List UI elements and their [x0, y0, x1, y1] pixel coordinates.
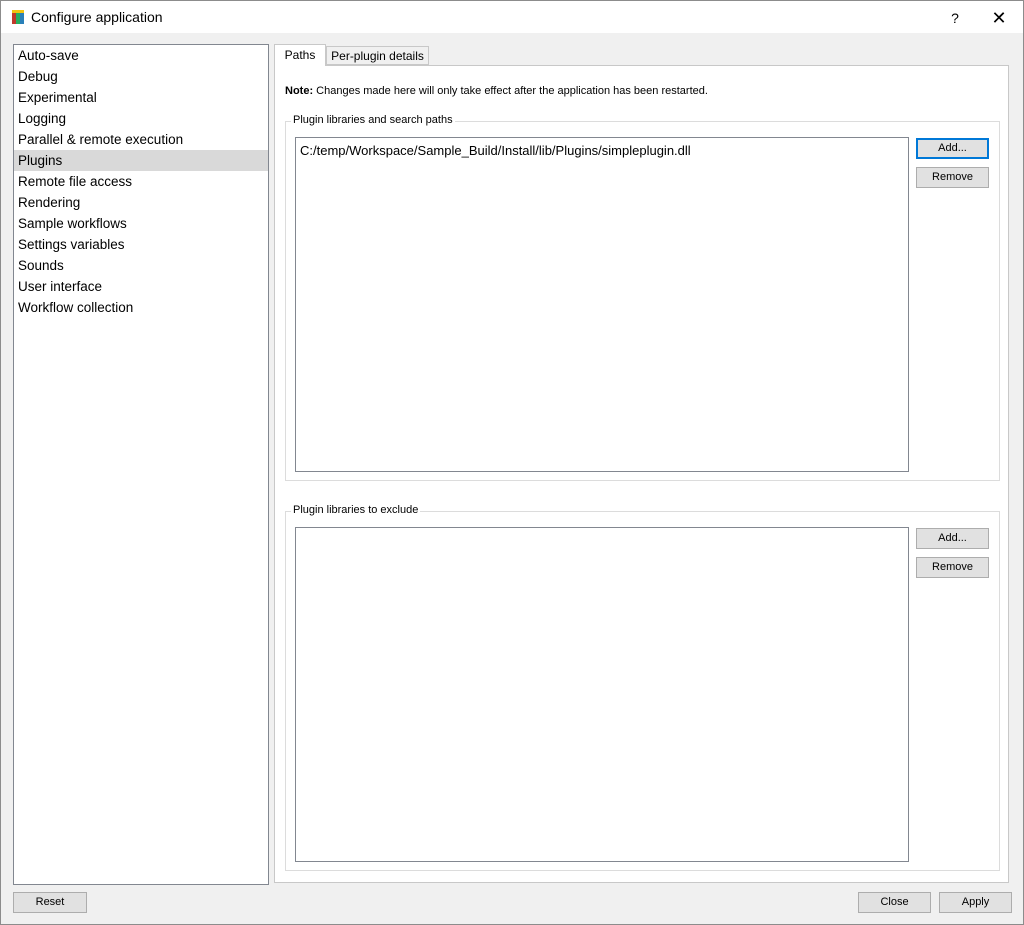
search-paths-add-button[interactable]: Add...	[916, 138, 989, 159]
category-item-auto-save[interactable]: Auto-save	[14, 45, 268, 66]
close-icon[interactable]: ✕	[987, 7, 1011, 29]
exclude-list[interactable]	[295, 527, 909, 862]
exclude-remove-button[interactable]: Remove	[916, 557, 989, 578]
help-icon[interactable]: ?	[943, 7, 967, 29]
list-item[interactable]: C:/temp/Workspace/Sample_Build/Install/l…	[296, 138, 908, 158]
close-button[interactable]: Close	[858, 892, 931, 913]
category-item-sample-workflows[interactable]: Sample workflows	[14, 213, 268, 234]
window-title: Configure application	[31, 9, 163, 25]
apply-button[interactable]: Apply	[939, 892, 1012, 913]
search-paths-title: Plugin libraries and search paths	[291, 114, 455, 126]
app-icon	[12, 10, 24, 24]
category-item-plugins[interactable]: Plugins	[14, 150, 268, 171]
search-paths-remove-button[interactable]: Remove	[916, 167, 989, 188]
reset-button[interactable]: Reset	[13, 892, 87, 913]
category-item-rendering[interactable]: Rendering	[14, 192, 268, 213]
category-item-parallel-remote[interactable]: Parallel & remote execution	[14, 129, 268, 150]
exclude-title: Plugin libraries to exclude	[291, 504, 421, 516]
category-item-logging[interactable]: Logging	[14, 108, 268, 129]
note-text: Changes made here will only take effect …	[313, 85, 708, 97]
search-paths-list[interactable]: C:/temp/Workspace/Sample_Build/Install/l…	[295, 137, 909, 472]
category-item-workflow-collection[interactable]: Workflow collection	[14, 297, 268, 318]
category-item-settings-variables[interactable]: Settings variables	[14, 234, 268, 255]
tab-per-plugin-details[interactable]: Per-plugin details	[326, 46, 429, 65]
title-bar: Configure application ? ✕	[1, 1, 1023, 33]
category-item-remote-file-access[interactable]: Remote file access	[14, 171, 268, 192]
category-item-sounds[interactable]: Sounds	[14, 255, 268, 276]
category-list[interactable]: Auto-save Debug Experimental Logging Par…	[13, 44, 269, 885]
restart-note: Note: Changes made here will only take e…	[285, 85, 708, 97]
configure-dialog: Configure application ? ✕ Auto-save Debu…	[0, 0, 1024, 925]
tab-paths[interactable]: Paths	[274, 44, 326, 66]
category-item-user-interface[interactable]: User interface	[14, 276, 268, 297]
category-item-experimental[interactable]: Experimental	[14, 87, 268, 108]
category-item-debug[interactable]: Debug	[14, 66, 268, 87]
note-label: Note:	[285, 85, 314, 97]
exclude-add-button[interactable]: Add...	[916, 528, 989, 549]
